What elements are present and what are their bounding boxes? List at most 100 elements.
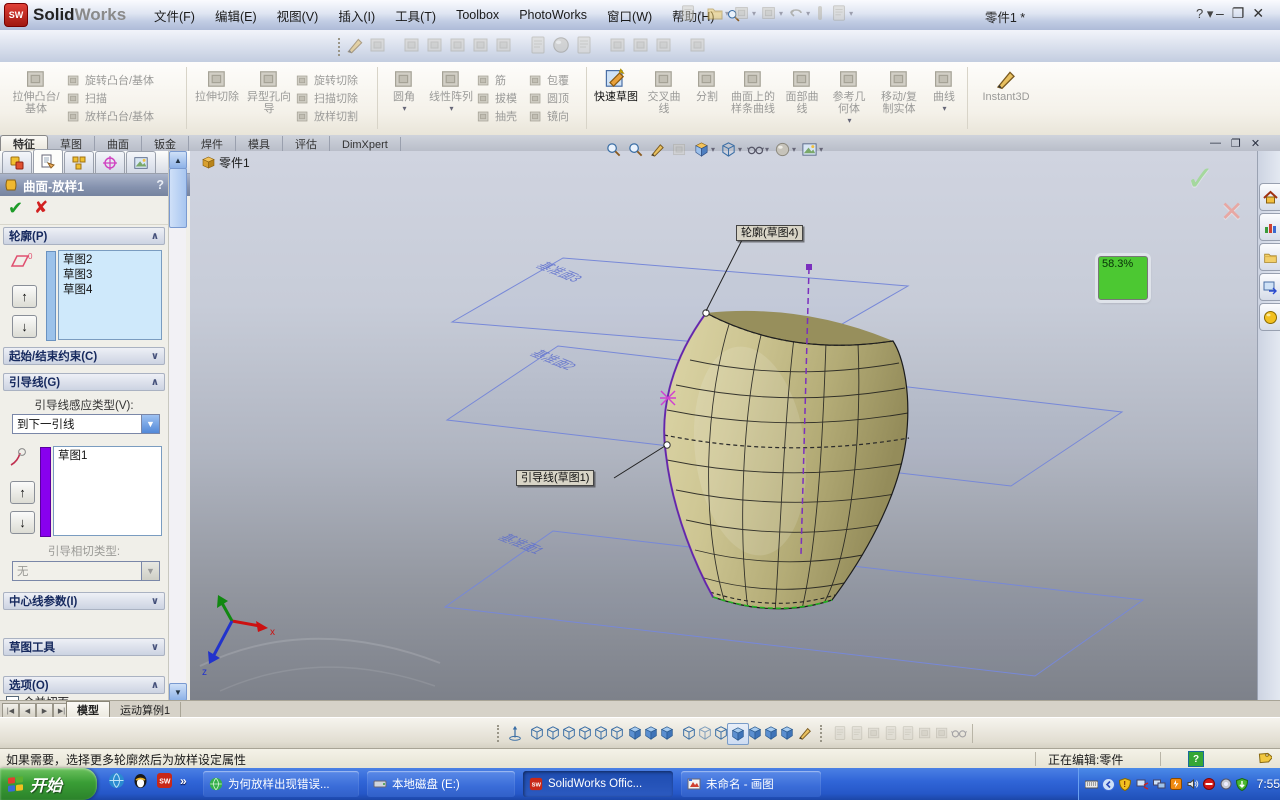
menu-tools[interactable]: 工具(T)	[386, 2, 445, 29]
scrollbar-thumb[interactable]	[169, 168, 187, 228]
rib-button[interactable]: 筋	[476, 72, 528, 88]
new-document-button[interactable]: ▾	[678, 3, 703, 23]
plane-tool-icon-1[interactable]	[402, 35, 422, 55]
rectangle-tool-icon[interactable]	[368, 35, 388, 55]
design-library-tab[interactable]	[1259, 213, 1280, 241]
guide-move-up-button[interactable]: ↑	[10, 481, 35, 504]
doc-minimize-button[interactable]: —	[1210, 137, 1221, 150]
tab-sheet-metal[interactable]: 钣金	[142, 136, 189, 151]
quick-launch-more[interactable]: »	[180, 774, 187, 788]
menu-edit[interactable]: 编辑(E)	[206, 2, 266, 29]
options-button[interactable]: ▾	[829, 3, 854, 23]
help-button[interactable]: ? ▾	[1196, 6, 1213, 22]
view-axis-icon[interactable]	[505, 723, 525, 743]
taskbar-item-solidworks[interactable]: SW SolidWorks Offic...	[523, 771, 673, 797]
view-bottom-icon[interactable]	[607, 723, 627, 743]
profile-move-down-button[interactable]: ↓	[12, 315, 37, 338]
profile-list-item[interactable]: 草图2	[63, 253, 157, 268]
intersection-curve-button[interactable]: 交叉曲线	[641, 64, 687, 134]
guide-influence-dropdown[interactable]: 到下一引线 ▼	[12, 414, 160, 434]
trim-tool-icon-1[interactable]	[608, 35, 628, 55]
view-dimetric-icon[interactable]	[657, 723, 677, 743]
file-explorer-tab[interactable]	[1259, 243, 1280, 271]
tab-evaluate[interactable]: 评估	[283, 136, 330, 151]
section-tool-icon[interactable]	[795, 723, 815, 743]
qq-quicklaunch-icon[interactable]	[132, 772, 149, 789]
undo-button[interactable]: ▾	[786, 3, 811, 23]
sketch-tools-group-header[interactable]: 草图工具 ∨	[3, 638, 165, 656]
menu-insert[interactable]: 插入(I)	[329, 2, 384, 29]
taskbar-item-local-disk[interactable]: 本地磁盘 (E:)	[367, 771, 515, 797]
solidworks-quicklaunch-icon[interactable]: SW	[156, 772, 173, 789]
taskbar-item-browser[interactable]: 为何放样出现错误...	[203, 771, 359, 797]
confirmation-cancel-button[interactable]: ✕	[1220, 195, 1243, 228]
menu-window[interactable]: 窗口(W)	[598, 2, 661, 29]
tab-surfaces[interactable]: 曲面	[95, 136, 142, 151]
dim-tool-icon-2[interactable]	[551, 35, 571, 55]
model-tab[interactable]: 模型	[66, 701, 110, 718]
dome-button[interactable]: 圆顶	[528, 90, 582, 106]
toolbar-grip[interactable]	[497, 725, 502, 742]
network-disconnected-tray-icon[interactable]	[1136, 777, 1149, 791]
trim-tool-icon-3[interactable]	[654, 35, 674, 55]
dim-tool-icon-1[interactable]	[528, 35, 548, 55]
move-copy-body-button[interactable]: 移动/复制实体	[873, 64, 925, 134]
rapid-sketch-button[interactable]: 快速草图	[591, 64, 641, 134]
centerline-group-header[interactable]: 中心线参数(I) ∨	[3, 592, 165, 610]
browser-quicklaunch-icon[interactable]	[108, 772, 125, 789]
hide-icons-chevron-icon[interactable]	[1102, 777, 1115, 791]
annotation-icon-8[interactable]	[949, 723, 969, 743]
guide-curves-group-header[interactable]: 引导线(G) ∧	[3, 373, 165, 391]
dimxpert-manager-tab[interactable]	[95, 151, 125, 173]
plane-tool-icon-2[interactable]	[425, 35, 445, 55]
toolbar-grip[interactable]	[338, 38, 343, 56]
scroll-up-icon[interactable]: ▲	[169, 151, 187, 169]
network-tray-icon[interactable]	[1152, 777, 1166, 791]
save-button[interactable]: ▾	[732, 3, 757, 23]
quick-tips-icon[interactable]: ?	[1188, 751, 1204, 767]
loft-boss-button[interactable]: 放样凸台/基体	[66, 108, 182, 124]
security-shield-tray-icon[interactable]: !	[1119, 777, 1132, 791]
tray-clock[interactable]: 7:55	[1257, 777, 1280, 791]
download-manager-tray-icon[interactable]	[1169, 777, 1183, 791]
centerline-endpoint[interactable]	[806, 264, 812, 270]
graphics-viewport[interactable]: 零件1 x z 基准面3 基准面2 基准面1 轮廓(草图4) 引导线(草图1) …	[190, 151, 1257, 700]
magnify-selection-icon[interactable]	[648, 140, 667, 159]
keyboard-tray-icon[interactable]	[1085, 777, 1098, 791]
toolbar-grip[interactable]	[820, 725, 825, 742]
profile-list-item[interactable]: 草图3	[63, 268, 157, 283]
curves-button[interactable]: 曲线 ▾	[925, 64, 963, 134]
sketch-tool-icon[interactable]	[345, 35, 365, 55]
display-perspective-icon[interactable]	[777, 723, 797, 743]
profiles-group-header[interactable]: 轮廓(P) ∧	[3, 227, 165, 245]
face-curves-button[interactable]: 面部曲线	[779, 64, 825, 134]
revolve-cut-button[interactable]: 旋转切除	[295, 72, 373, 88]
tab-weldments[interactable]: 焊件	[189, 136, 236, 151]
constraints-group-header[interactable]: 起始/结束约束(C) ∨	[3, 347, 165, 365]
zoom-area-icon[interactable]	[626, 140, 645, 159]
featuremanager-tree-tab[interactable]	[2, 151, 32, 173]
appearances-tab[interactable]	[1259, 303, 1280, 331]
audio-device-tray-icon[interactable]	[1219, 777, 1232, 791]
edit-appearance-button[interactable]: ▾	[773, 140, 797, 159]
shell-button[interactable]: 抽壳	[476, 108, 528, 124]
guide-callout[interactable]: 引导线(草图1)	[516, 470, 595, 486]
plane-tool-icon-5[interactable]	[494, 35, 514, 55]
linear-pattern-button[interactable]: 线性阵列 ▾	[426, 64, 476, 134]
restore-button[interactable]: ❐	[1232, 5, 1245, 22]
display-style-button[interactable]: ▾	[719, 140, 743, 159]
dim-tool-icon-3[interactable]	[574, 35, 594, 55]
menu-toolbox[interactable]: Toolbox	[447, 4, 508, 26]
configuration-manager-tab[interactable]	[64, 151, 94, 173]
spline-on-surface-button[interactable]: 曲面上的样条曲线	[727, 64, 779, 134]
dropdown-chevron-icon[interactable]: ▼	[141, 415, 159, 433]
pm-cancel-button[interactable]: ✘	[34, 198, 48, 218]
instant3d-button[interactable]: Instant3D	[972, 64, 1040, 134]
menu-file[interactable]: 文件(F)	[145, 2, 204, 29]
revolve-boss-button[interactable]: 旋转凸台/基体	[66, 72, 182, 88]
scroll-down-icon[interactable]: ▼	[169, 683, 187, 701]
motion-study-tab[interactable]: 运动算例1	[110, 702, 182, 718]
extrude-boss-button[interactable]: 拉伸凸台/基体	[6, 64, 66, 134]
loft-surface-body[interactable]	[663, 310, 909, 610]
propertymanager-tab[interactable]	[33, 149, 63, 173]
